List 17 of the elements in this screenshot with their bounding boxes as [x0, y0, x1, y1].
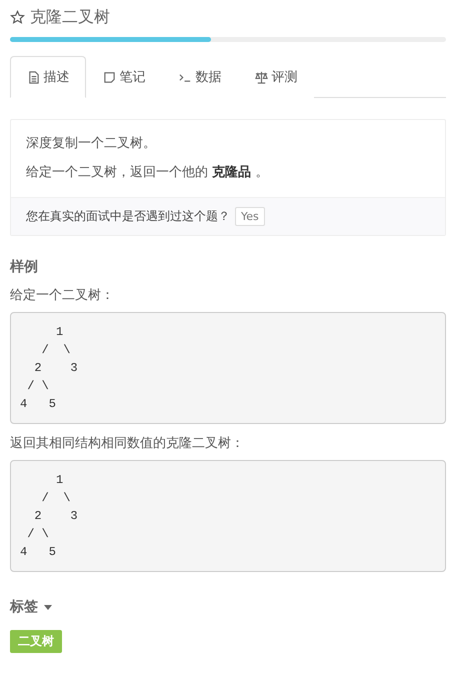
example-caption: 给定一个二叉树：	[10, 287, 115, 304]
section-heading: 样例	[10, 258, 39, 276]
star-icon[interactable]	[10, 10, 25, 24]
code-block: 1 / \ 2 3 / \ 4 5	[10, 460, 446, 572]
problem-title: 克隆二叉树	[30, 6, 110, 28]
description-text: 深度复制一个二叉树。	[26, 135, 157, 152]
example-caption: 返回其相同结构相同数值的克隆二叉树：	[10, 435, 245, 452]
interview-question: 您在真实的面试中是否遇到过这个题？	[26, 208, 230, 225]
yes-button[interactable]: Yes	[235, 207, 265, 226]
document-icon	[26, 70, 40, 84]
caret-icon	[44, 604, 52, 610]
description-text: 给定一个二叉树，返回一个他的 克隆品 。	[26, 164, 270, 181]
note-icon	[102, 70, 116, 84]
tab[interactable]: 描述	[10, 56, 86, 98]
tags-toggle[interactable]: 标签	[10, 598, 52, 616]
code-block: 1 / \ 2 3 / \ 4 5	[10, 312, 446, 424]
scale-icon	[254, 70, 268, 84]
